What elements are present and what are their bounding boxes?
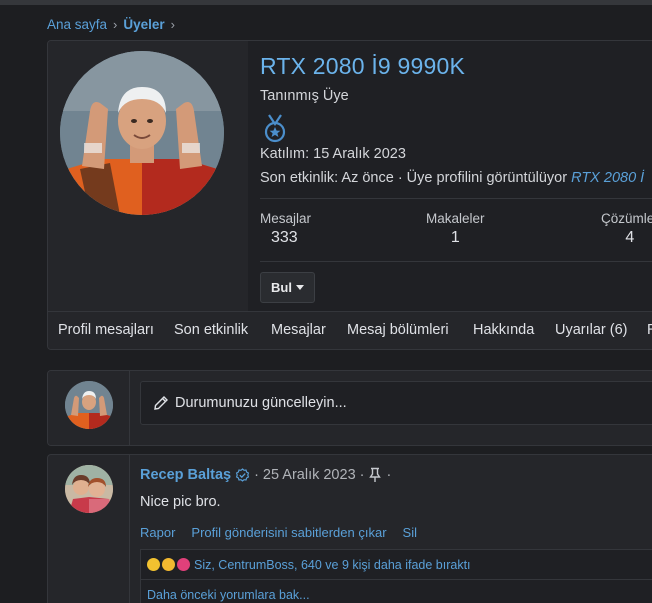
post-body: Nice pic bro. (140, 494, 221, 510)
report-link[interactable]: Rapor (140, 525, 175, 540)
stat-solutions[interactable]: Çözümler 4 (601, 211, 652, 247)
laugh-emoji-icon (147, 558, 160, 571)
status-avatar-column (48, 371, 130, 445)
status-input[interactable]: Durumunuzu güncelleyin... (140, 381, 652, 425)
top-bar (0, 0, 652, 5)
post-meta-separator: · (359, 467, 365, 483)
stat-messages[interactable]: Mesajlar 333 (260, 211, 311, 247)
tab-postings[interactable]: Mesajlar (271, 322, 326, 338)
unpin-link[interactable]: Profil gönderisini sabitlerden çıkar (191, 525, 386, 540)
last-activity: Son etkinlik: Az önce · Üye profilini gö… (260, 170, 644, 186)
post-author-link[interactable]: Recep Baltaş (140, 467, 231, 483)
avatar[interactable] (65, 381, 113, 429)
post-avatar-column (48, 455, 130, 603)
post-actions: Rapor Profil gönderisini sabitlerden çık… (140, 525, 417, 540)
stat-label: Mesajlar (260, 211, 312, 226)
avatar[interactable] (65, 465, 113, 513)
breadcrumb-separator: › (113, 17, 118, 32)
breadcrumb-home[interactable]: Ana sayfa (47, 17, 107, 32)
chevron-down-icon (295, 285, 304, 290)
user-title: Tanınmış Üye (260, 88, 349, 104)
love-eyes-emoji-icon (162, 558, 175, 571)
tab-profile-posts[interactable]: Profil mesajları (58, 322, 154, 338)
divider (260, 198, 652, 199)
tab-more[interactable]: R (647, 322, 652, 338)
profile-avatar[interactable] (60, 51, 224, 215)
status-update-box: Durumunuzu güncelleyin... (47, 370, 652, 446)
breadcrumb-separator: › (170, 17, 176, 32)
tab-threads[interactable]: Mesaj bölümleri (347, 322, 449, 338)
tab-latest-activity[interactable]: Son etkinlik (174, 322, 248, 338)
find-button-label: Bul (271, 280, 292, 295)
view-earlier-comments-link[interactable]: Daha önceki yorumlara bak... (140, 579, 652, 603)
post-date[interactable]: 25 Aralık 2023 (263, 467, 356, 483)
profile-avatar-column (48, 41, 248, 311)
breadcrumb: Ana sayfa › Üyeler › (47, 17, 175, 32)
verified-badge-icon (235, 467, 250, 482)
stat-value: 333 (271, 229, 298, 246)
reactions-bar[interactable]: Siz, CentrumBoss, 640 ve 9 kişi daha ifa… (140, 549, 652, 579)
stat-articles[interactable]: Makaleler 1 (426, 211, 485, 247)
post-meta-separator: · (386, 467, 392, 483)
medal-icon[interactable] (262, 113, 288, 143)
tab-warnings[interactable]: Uyarılar (6) (555, 322, 628, 338)
profile-tabs: Profil mesajları Son etkinlik Mesajlar M… (48, 311, 652, 349)
pin-icon (369, 467, 382, 482)
tab-about[interactable]: Hakkında (473, 322, 534, 338)
pencil-icon (154, 396, 168, 410)
joined-date: Katılım: 15 Aralık 2023 (260, 146, 406, 162)
last-activity-text: Son etkinlik: Az önce · Üye profilini gö… (260, 170, 568, 186)
stat-label: Çözümler (601, 211, 652, 226)
breadcrumb-members[interactable]: Üyeler (123, 17, 164, 32)
stat-value: 1 (450, 229, 460, 246)
divider (260, 261, 652, 262)
reactions-summary[interactable]: Siz, CentrumBoss, 640 ve 9 kişi daha ifa… (194, 558, 471, 572)
find-button[interactable]: Bul (260, 272, 315, 303)
profile-card: RTX 2080 İ9 9990K Tanınmış Üye Katılım: … (47, 40, 652, 350)
stat-label: Makaleler (426, 211, 485, 226)
status-placeholder: Durumunuzu güncelleyin... (175, 395, 347, 411)
delete-link[interactable]: Sil (403, 525, 417, 540)
post-meta-separator: · (254, 467, 259, 483)
last-activity-link[interactable]: RTX 2080 İ (571, 170, 644, 186)
profile-username: RTX 2080 İ9 9990K (260, 53, 466, 79)
heart-emoji-icon (177, 558, 190, 571)
profile-post: Recep Baltaş · 25 Aralık 2023 · · Nice p… (47, 454, 652, 603)
post-header: Recep Baltaş · 25 Aralık 2023 · · (140, 467, 391, 483)
stat-value: 4 (625, 229, 635, 246)
